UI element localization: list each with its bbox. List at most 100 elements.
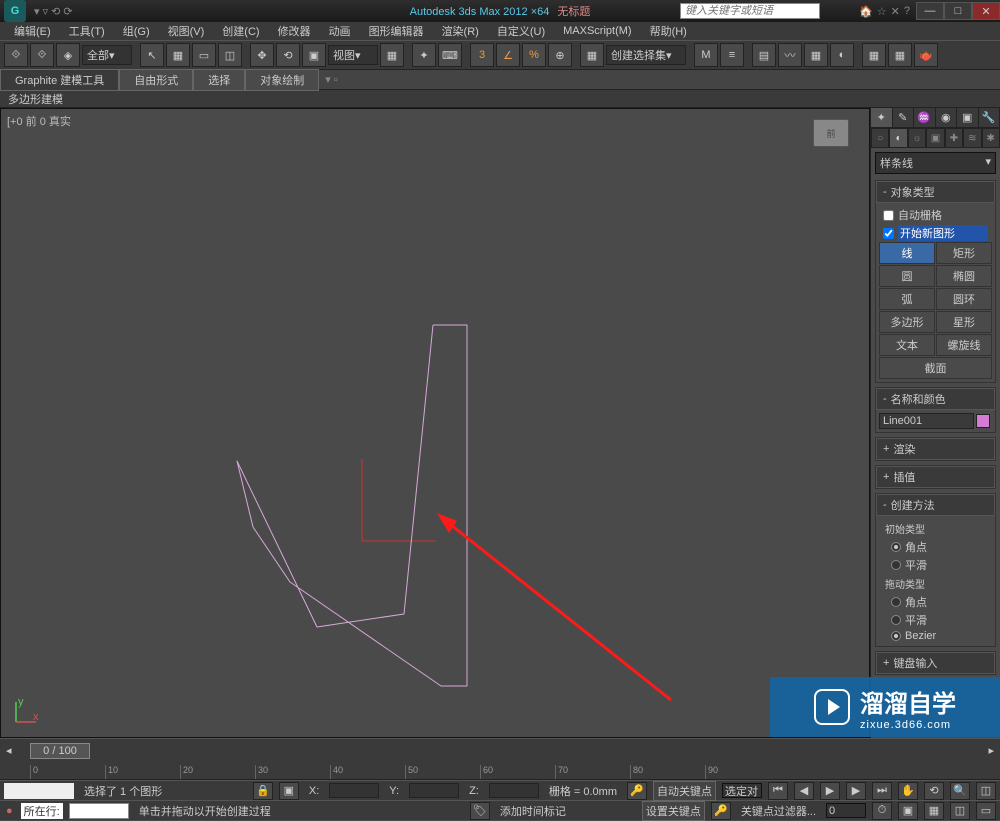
schematic-icon[interactable]: ▦: [804, 43, 828, 67]
keyfilter-button[interactable]: 关键点过滤器...: [737, 803, 820, 819]
helpers-cat-icon[interactable]: ✚: [945, 128, 963, 148]
move-icon[interactable]: ✥: [250, 43, 274, 67]
keyboard-header[interactable]: +键盘输入: [876, 652, 995, 674]
angle-snap-icon[interactable]: ∠: [496, 43, 520, 67]
render-icon[interactable]: 🫖: [914, 43, 938, 67]
shape-rect-button[interactable]: 矩形: [936, 242, 992, 264]
percent-snap-icon[interactable]: %: [522, 43, 546, 67]
ribbon-tab-graphite[interactable]: Graphite 建模工具: [0, 69, 119, 91]
nav-zoom-icon[interactable]: 🔍: [950, 782, 970, 800]
menu-anim[interactable]: 动画: [321, 23, 359, 39]
coord-x-input[interactable]: [329, 783, 379, 798]
maximize-button[interactable]: □: [944, 2, 972, 20]
object-type-header[interactable]: -对象类型: [876, 181, 995, 203]
menu-modifier[interactable]: 修改器: [270, 23, 319, 39]
shape-ellipse-button[interactable]: 椭圆: [936, 265, 992, 287]
nav-region-icon[interactable]: ▭: [976, 802, 996, 820]
timetag-icon[interactable]: 🏷: [470, 802, 490, 820]
shapes-cat-icon[interactable]: ◐: [889, 128, 907, 148]
setkey-button[interactable]: 设置关键点: [642, 801, 705, 821]
create-tab-icon[interactable]: ✦: [871, 108, 893, 127]
menu-grapheditor[interactable]: 图形编辑器: [361, 23, 432, 39]
keymode-icon[interactable]: ⌨: [438, 43, 462, 67]
hierarchy-tab-icon[interactable]: ♒: [914, 108, 936, 127]
systems-cat-icon[interactable]: ✱: [982, 128, 1000, 148]
shape-circle-button[interactable]: 圆: [879, 265, 935, 287]
coord-z-input[interactable]: [489, 783, 539, 798]
shape-section-button[interactable]: 截面: [879, 357, 992, 379]
subcategory-dropdown[interactable]: 样条线▾: [875, 152, 996, 174]
utilities-tab-icon[interactable]: 🔧: [979, 108, 1000, 127]
shape-ngon-button[interactable]: 多边形: [879, 311, 935, 333]
timeline-left-icon[interactable]: ◂: [6, 744, 12, 757]
infocenter-icons[interactable]: 🏠☆✕?: [859, 5, 910, 18]
modify-tab-icon[interactable]: ✎: [893, 108, 915, 127]
geometry-cat-icon[interactable]: ○: [871, 128, 889, 148]
play-next-icon[interactable]: ▶: [846, 782, 866, 800]
nav-zoomall-icon[interactable]: ▦: [924, 802, 944, 820]
select-name-icon[interactable]: ▦: [166, 43, 190, 67]
cameras-cat-icon[interactable]: ▣: [926, 128, 944, 148]
ribbon-tab-select[interactable]: 选择: [193, 69, 245, 91]
named-sel-dropdown[interactable]: 创建选择集 ▾: [606, 45, 686, 65]
object-color-swatch[interactable]: [976, 414, 990, 428]
autokey-button[interactable]: 自动关键点: [653, 781, 716, 801]
frame-input[interactable]: [826, 803, 866, 818]
snap-icon[interactable]: 3: [470, 43, 494, 67]
drag-bezier-radio[interactable]: Bezier: [879, 629, 992, 643]
shape-text-button[interactable]: 文本: [879, 334, 935, 356]
name-color-header[interactable]: -名称和颜色: [876, 388, 995, 410]
key-big-icon[interactable]: 🔑: [711, 802, 731, 820]
addtime-label[interactable]: 添加时间标记: [496, 803, 570, 819]
autogrid-checkbox[interactable]: [883, 210, 894, 221]
minimize-button[interactable]: —: [916, 2, 944, 20]
app-icon[interactable]: G: [4, 0, 26, 22]
iso-icon[interactable]: ▣: [279, 782, 299, 800]
material-icon[interactable]: ◐: [830, 43, 854, 67]
shape-arc-button[interactable]: 弧: [879, 288, 935, 310]
select-rect-icon[interactable]: ▭: [192, 43, 216, 67]
curve-editor-icon[interactable]: 〰: [778, 43, 802, 67]
drag-corner-radio[interactable]: 角点: [879, 593, 992, 611]
bind-icon[interactable]: ◈: [56, 43, 80, 67]
timeline-right-icon[interactable]: ▸: [988, 744, 994, 757]
menu-create[interactable]: 创建(C): [214, 23, 267, 39]
initial-corner-radio[interactable]: 角点: [879, 538, 992, 556]
select-icon[interactable]: ↖: [140, 43, 164, 67]
play-icon[interactable]: ▶: [820, 782, 840, 800]
close-button[interactable]: ✕: [972, 2, 1000, 20]
menu-group[interactable]: 组(G): [115, 23, 158, 39]
method-header[interactable]: -创建方法: [876, 494, 995, 516]
menu-custom[interactable]: 自定义(U): [489, 23, 553, 39]
object-name-input[interactable]: [879, 413, 974, 429]
timeconfig-icon[interactable]: ⏱: [872, 802, 892, 820]
menu-maxscript[interactable]: MAXScript(M): [555, 25, 639, 37]
lock-icon[interactable]: 🔒: [253, 782, 273, 800]
mirror-icon[interactable]: M: [694, 43, 718, 67]
time-ruler[interactable]: 0 10 20 30 40 50 60 70 80 90: [0, 762, 1000, 780]
window-controls[interactable]: — □ ✕: [916, 2, 1000, 20]
ribbon-panel[interactable]: 多边形建模: [0, 90, 1000, 108]
time-slider-handle[interactable]: 0 / 100: [30, 743, 90, 759]
rendered-frame-icon[interactable]: ▦: [888, 43, 912, 67]
align-icon[interactable]: ≡: [720, 43, 744, 67]
ribbon-tab-freeform[interactable]: 自由形式: [119, 69, 193, 91]
link-icon[interactable]: ⟐: [4, 43, 28, 67]
manip-icon[interactable]: ✦: [412, 43, 436, 67]
render-header[interactable]: +渲染: [876, 438, 995, 460]
record-icon[interactable]: ●: [6, 805, 13, 817]
motion-tab-icon[interactable]: ◉: [936, 108, 958, 127]
startnew-checkbox[interactable]: [883, 228, 894, 239]
unlink-icon[interactable]: ⟐: [30, 43, 54, 67]
select-window-icon[interactable]: ◫: [218, 43, 242, 67]
viewport[interactable]: [+0 前 0 真实 前 y x: [0, 108, 870, 738]
menu-view[interactable]: 视图(V): [160, 23, 213, 39]
shape-line-button[interactable]: 线: [879, 242, 935, 264]
qat-icons[interactable]: ▾ ▿ ⟲ ⟳: [34, 5, 73, 18]
interp-header[interactable]: +插值: [876, 466, 995, 488]
drag-smooth-radio[interactable]: 平滑: [879, 611, 992, 629]
maxscript-listener-input[interactable]: [69, 803, 129, 819]
shape-star-button[interactable]: 星形: [936, 311, 992, 333]
spinner-snap-icon[interactable]: ⊕: [548, 43, 572, 67]
editnamed-icon[interactable]: ▦: [580, 43, 604, 67]
